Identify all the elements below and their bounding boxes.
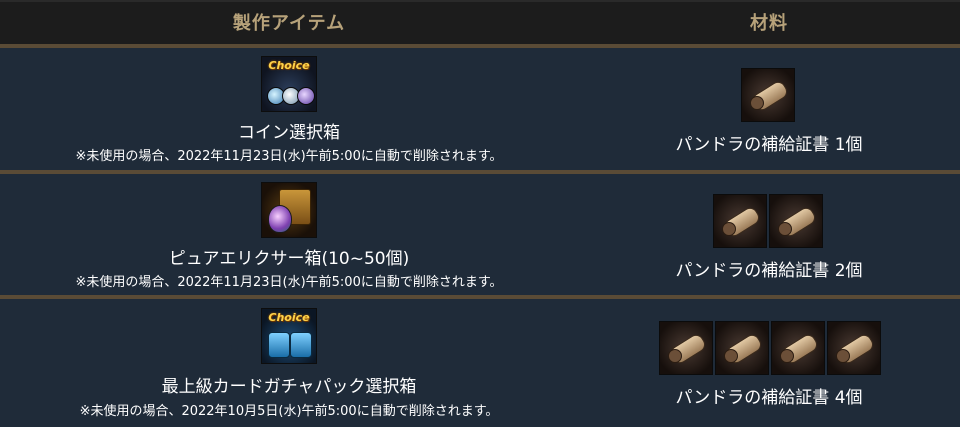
item-expiry-note: ※未使用の場合、2022年11月23日(水)午前5:00に自動で削除されます。 <box>75 275 503 290</box>
item-name: ピュアエリクサー箱(10~50個) <box>168 249 410 269</box>
card-icon <box>290 332 312 358</box>
supply-certificate-scroll-icon <box>659 321 713 375</box>
card-icon <box>268 332 290 358</box>
material-text: パンドラの補給証書 2個 <box>675 261 863 281</box>
coin-orb-icon <box>297 87 315 105</box>
item-name: 最上級カードガチャパック選択箱 <box>161 377 417 397</box>
table-row: ピュアエリクサー箱(10~50個) ※未使用の場合、2022年11月23日(水)… <box>0 174 960 295</box>
table-row: Choice 最上級カードガチャパック選択箱 ※未使用の場合、2022年10月5… <box>0 299 960 427</box>
supply-certificate-scroll-icon <box>715 321 769 375</box>
header-materials: 材料 <box>750 13 788 34</box>
material-text: パンドラの補給証書 4個 <box>675 388 863 408</box>
item-cell: ピュアエリクサー箱(10~50個) ※未使用の場合、2022年11月23日(水)… <box>0 174 578 295</box>
material-cell: パンドラの補給証書 2個 <box>578 174 960 295</box>
choice-label: Choice <box>268 311 310 324</box>
crafting-table: 製作アイテム 材料 Choice コイン選択箱 ※未使用の場合、2022年11月… <box>0 0 960 427</box>
item-cell: Choice 最上級カードガチャパック選択箱 ※未使用の場合、2022年10月5… <box>0 299 578 427</box>
item-expiry-note: ※未使用の場合、2022年11月23日(水)午前5:00に自動で削除されます。 <box>75 149 503 164</box>
supply-certificate-scroll-icon <box>741 68 795 122</box>
material-cell: パンドラの補給証書 1個 <box>578 48 960 170</box>
item-expiry-note: ※未使用の場合、2022年10月5日(水)午前5:00に自動で削除されます。 <box>79 404 499 419</box>
choice-label: Choice <box>268 59 310 72</box>
table-header: 製作アイテム 材料 <box>0 0 960 44</box>
item-name: コイン選択箱 <box>238 123 340 143</box>
pure-elixir-box-icon <box>261 182 317 238</box>
supply-certificate-scroll-icon <box>827 321 881 375</box>
choice-coin-box-icon: Choice <box>261 56 317 112</box>
table-row: Choice コイン選択箱 ※未使用の場合、2022年11月23日(水)午前5:… <box>0 48 960 170</box>
supply-certificate-scroll-icon <box>769 194 823 248</box>
item-cell: Choice コイン選択箱 ※未使用の場合、2022年11月23日(水)午前5:… <box>0 48 578 170</box>
header-crafted-item: 製作アイテム <box>232 13 346 34</box>
potion-flask-icon <box>268 205 292 233</box>
supply-certificate-scroll-icon <box>771 321 825 375</box>
material-cell: パンドラの補給証書 4個 <box>578 299 960 427</box>
material-text: パンドラの補給証書 1個 <box>675 135 863 155</box>
card-gacha-pack-box-icon: Choice <box>261 308 317 364</box>
supply-certificate-scroll-icon <box>713 194 767 248</box>
